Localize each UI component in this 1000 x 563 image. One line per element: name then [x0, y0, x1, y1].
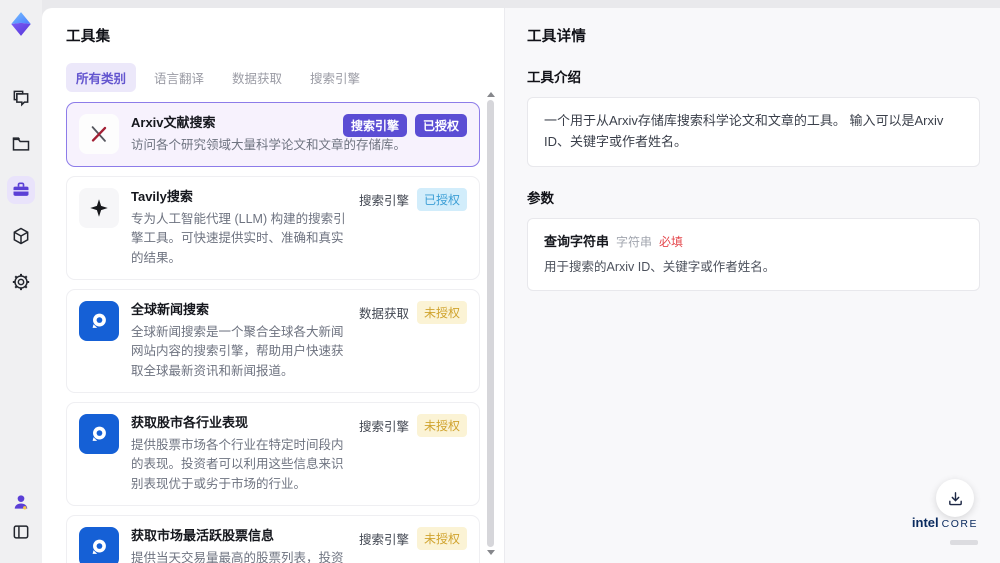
four-point-star-icon: [79, 188, 119, 229]
app-window: 工具集 所有类别 语言翻译 数据获取 搜索引擎 Arxiv文献搜索 访问各个研究…: [0, 0, 1000, 563]
toolset-panel: 工具集 所有类别 语言翻译 数据获取 搜索引擎 Arxiv文献搜索 访问各个研究…: [42, 8, 504, 563]
parameter-type: 字符串: [616, 234, 653, 249]
tool-card-stock-sectors[interactable]: 获取股市各行业表现 提供股票市场各个行业在特定时间段内的表现。投资者可以利用这些…: [66, 402, 480, 507]
category-badge: 搜索引擎: [358, 194, 409, 209]
intro-box: 一个用于从Arxiv存储库搜索科学论文和文章的工具。 输入可以是Arxiv ID…: [527, 97, 980, 167]
sidebar-item-tools[interactable]: [7, 176, 35, 204]
intel-text: intel: [911, 515, 939, 530]
tool-description: 访问各个研究领域大量科学论文和文章的存储库。: [131, 137, 407, 152]
intro-heading: 工具介绍: [527, 70, 581, 85]
tool-badges: 搜索引擎 未授权: [358, 414, 467, 438]
sidebar-collapse-toggle[interactable]: [7, 518, 35, 546]
tool-badges: 搜索引擎 未授权: [358, 527, 467, 551]
tool-card-arxiv[interactable]: Arxiv文献搜索 访问各个研究领域大量科学论文和文章的存储库。 搜索引擎 已授…: [66, 102, 480, 168]
sidebar-rail: [0, 0, 42, 563]
arxiv-logo-icon: [79, 114, 119, 154]
brand-subtext-mark: [950, 540, 978, 545]
cube-icon: [13, 227, 29, 245]
tab-language-translation[interactable]: 语言翻译: [144, 63, 214, 92]
tool-detail-panel: 工具详情 工具介绍 一个用于从Arxiv存储库搜索科学论文和文章的工具。 输入可…: [504, 8, 1000, 563]
toolset-title: 工具集: [66, 29, 111, 45]
scroll-down-arrow[interactable]: [487, 550, 495, 555]
parameter-head: 查询字符串 字符串 必填: [544, 231, 963, 250]
panel-toggle-icon: [13, 525, 29, 539]
tab-data-fetch[interactable]: 数据获取: [222, 63, 292, 92]
sidebar-item-models[interactable]: [7, 222, 35, 250]
parameter-name: 查询字符串: [544, 233, 610, 249]
core-text: CORE: [941, 518, 978, 530]
briefcase-icon: [13, 182, 29, 196]
gem-logo-icon: [11, 12, 31, 36]
blue-news-logo-icon: [79, 414, 119, 455]
category-badge: 搜索引擎: [342, 114, 407, 137]
tab-search-engine[interactable]: 搜索引擎: [300, 63, 370, 92]
tab-all-categories[interactable]: 所有类别: [66, 63, 137, 92]
list-scrollbar[interactable]: [486, 92, 495, 555]
tool-description: 提供股票市场各个行业在特定时间段内的表现。投资者可以利用这些信息来识别表现优于或…: [131, 438, 344, 491]
tool-badges: 搜索引擎 已授权: [358, 188, 467, 212]
parameter-required-flag: 必填: [659, 234, 684, 249]
tool-description: 提供当天交易量最高的股票列表，投资者可以利用这些信息来识别流动性强的股票和潜在的…: [131, 550, 344, 563]
parameter-item: 查询字符串 字符串 必填 用于搜索的Arxiv ID、关键字或作者姓名。: [527, 217, 980, 292]
status-badge: 未授权: [416, 301, 467, 325]
tool-description: 全球新闻搜索是一个聚合全球各大新闻网站内容的搜索引擎，帮助用户快速获取全球最新资…: [131, 325, 344, 378]
status-badge: 已授权: [416, 188, 467, 212]
category-badge: 数据获取: [358, 307, 409, 322]
app-logo: [7, 10, 35, 38]
detail-title: 工具详情: [527, 29, 587, 45]
tool-description: 专为人工智能代理 (LLM) 构建的搜索引擎工具。可快速提供实时、准确和真实的结…: [131, 212, 346, 265]
category-tabs: 所有类别 语言翻译 数据获取 搜索引擎: [66, 63, 504, 92]
category-badge: 搜索引擎: [358, 420, 409, 435]
sidebar-item-files[interactable]: [7, 130, 35, 158]
status-badge: 已授权: [414, 114, 467, 137]
download-button[interactable]: [936, 479, 974, 517]
intel-core-logo: intel CORE: [912, 514, 978, 550]
tool-badges: 数据获取 未授权: [358, 301, 467, 325]
scrollbar-thumb[interactable]: [487, 100, 494, 547]
user-icon: [14, 495, 28, 510]
chat-icon: [13, 90, 29, 107]
sidebar-item-user[interactable]: [7, 488, 35, 516]
sidebar-item-chat[interactable]: [7, 84, 35, 112]
blue-news-logo-icon: [79, 527, 119, 563]
status-badge: 未授权: [416, 527, 467, 551]
sidebar-item-settings[interactable]: [7, 268, 35, 296]
tool-card-active-stocks[interactable]: 获取市场最活跃股票信息 提供当天交易量最高的股票列表，投资者可以利用这些信息来识…: [66, 515, 480, 563]
folder-icon: [12, 137, 30, 151]
main-content: 工具集 所有类别 语言翻译 数据获取 搜索引擎 Arxiv文献搜索 访问各个研究…: [42, 8, 1000, 563]
tool-list: Arxiv文献搜索 访问各个研究领域大量科学论文和文章的存储库。 搜索引擎 已授…: [66, 102, 480, 563]
scroll-up-arrow[interactable]: [487, 92, 495, 97]
intel-core-wordmark: intel CORE: [912, 514, 978, 532]
parameter-description: 用于搜索的Arxiv ID、关键字或作者姓名。: [544, 259, 776, 274]
gear-icon: [12, 273, 30, 291]
status-badge: 未授权: [416, 414, 467, 438]
tool-card-tavily[interactable]: Tavily搜索 专为人工智能代理 (LLM) 构建的搜索引擎工具。可快速提供实…: [66, 176, 480, 281]
tool-card-global-news[interactable]: 全球新闻搜索 全球新闻搜索是一个聚合全球各大新闻网站内容的搜索引擎，帮助用户快速…: [66, 289, 480, 394]
download-icon: [948, 491, 962, 505]
tool-badges: 搜索引擎 已授权: [342, 114, 467, 137]
blue-news-logo-icon: [79, 301, 119, 342]
category-badge: 搜索引擎: [358, 533, 409, 548]
params-heading: 参数: [527, 190, 554, 206]
